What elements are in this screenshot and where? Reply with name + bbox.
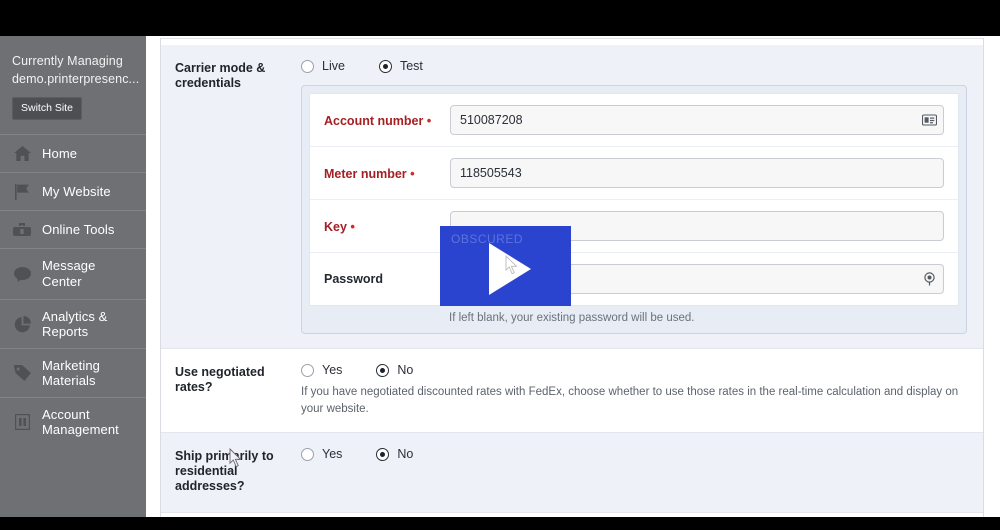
residential-label: Ship primarily to residential addresses? bbox=[175, 449, 274, 493]
radio-live-label: Live bbox=[322, 59, 345, 73]
password-hint: If left blank, your existing password wi… bbox=[449, 312, 695, 324]
carrier-mode-option-live[interactable]: Live bbox=[301, 59, 345, 73]
required-marker: • bbox=[350, 218, 355, 234]
radio-residential-no-label: No bbox=[397, 447, 414, 461]
radio-test-label: Test bbox=[399, 59, 423, 73]
credentials-frame: Account number • 510087208 Meter number … bbox=[301, 85, 967, 334]
password-label-text: Password bbox=[324, 272, 384, 286]
account-number-label: Account number • bbox=[324, 113, 450, 128]
account-number-input[interactable] bbox=[450, 105, 944, 135]
negotiated-rates-option-no[interactable]: No bbox=[376, 363, 413, 377]
required-marker: • bbox=[426, 112, 432, 128]
account-number-field-wrap bbox=[450, 105, 944, 135]
current-site-name: demo.printerpresenc... bbox=[12, 72, 140, 86]
sidebar-item-label: Marketing Materials bbox=[42, 358, 100, 388]
sidebar-item-my-website[interactable]: My Website bbox=[0, 172, 146, 210]
sidebar: Currently Managing demo.printerpresenc..… bbox=[0, 36, 146, 517]
letterbox-top bbox=[0, 0, 1000, 36]
sidebar-item-online-tools[interactable]: Online Tools bbox=[0, 210, 146, 248]
negotiated-rates-option-yes[interactable]: Yes bbox=[301, 363, 342, 377]
meter-number-label: Meter number • bbox=[324, 166, 450, 181]
meter-number-field-wrap bbox=[450, 158, 944, 188]
key-label: Key • bbox=[324, 219, 450, 234]
radio-residential-yes[interactable] bbox=[301, 447, 314, 461]
screen: Currently Managing demo.printerpresenc..… bbox=[0, 0, 1000, 530]
sidebar-item-label: My Website bbox=[42, 183, 111, 199]
field-row-password: Password bbox=[310, 253, 958, 305]
sidebar-item-analytics-reports[interactable]: Analytics & Reports bbox=[0, 299, 146, 348]
carrier-mode-label: Carrier mode & credentials bbox=[175, 61, 266, 90]
contact-card-icon[interactable] bbox=[921, 113, 938, 128]
radio-live[interactable] bbox=[301, 59, 314, 73]
radio-negotiated-no-label: No bbox=[397, 363, 414, 377]
play-triangle-icon bbox=[488, 243, 531, 295]
sidebar-item-label: Analytics & Reports bbox=[42, 309, 108, 339]
sidebar-item-label: Account Management bbox=[42, 407, 119, 437]
chat-bubble-icon bbox=[12, 265, 32, 283]
sidebar-item-account-management[interactable]: Account Management bbox=[0, 397, 146, 446]
residential-option-no[interactable]: No bbox=[376, 447, 413, 461]
sidebar-item-label: Message Center bbox=[42, 258, 96, 289]
meter-number-input[interactable] bbox=[450, 158, 944, 188]
sidebar-item-message-center[interactable]: Message Center bbox=[0, 248, 146, 299]
currently-managing-label: Currently Managing bbox=[12, 54, 123, 68]
radio-negotiated-yes[interactable] bbox=[301, 363, 314, 377]
home-icon bbox=[12, 145, 32, 163]
sidebar-item-label: Home bbox=[42, 145, 78, 161]
negotiated-rates-label: Use negotiated rates? bbox=[175, 365, 265, 394]
radio-test[interactable] bbox=[378, 59, 392, 73]
radio-negotiated-no[interactable] bbox=[376, 363, 390, 377]
password-label: Password bbox=[324, 272, 450, 286]
meter-number-label-text: Meter number bbox=[324, 166, 407, 181]
negotiated-rates-help: If you have negotiated discounted rates … bbox=[301, 386, 959, 415]
residential-radio-group: Yes No bbox=[301, 447, 967, 461]
account-number-label-text: Account number bbox=[324, 113, 424, 128]
sidebar-item-label: Online Tools bbox=[42, 221, 115, 237]
row-residential: Ship primarily to residential addresses?… bbox=[161, 433, 983, 513]
pie-chart-icon bbox=[12, 315, 32, 333]
carrier-mode-radio-group: Live Test bbox=[301, 59, 967, 73]
letterbox-bottom bbox=[0, 517, 1000, 530]
flag-icon bbox=[12, 183, 32, 201]
content-area: Carrier mode & credentials Live Test Acc… bbox=[146, 36, 1000, 517]
field-row-account-number: Account number • bbox=[310, 94, 958, 147]
field-row-meter-number: Meter number • bbox=[310, 147, 958, 200]
radio-residential-yes-label: Yes bbox=[322, 447, 343, 461]
radio-negotiated-yes-label: Yes bbox=[322, 363, 343, 377]
switch-site-button[interactable]: Switch Site bbox=[12, 97, 82, 120]
residential-option-yes[interactable]: Yes bbox=[301, 447, 342, 461]
required-marker: • bbox=[410, 165, 415, 181]
radio-residential-no[interactable] bbox=[376, 447, 390, 461]
sidebar-item-home[interactable]: Home bbox=[0, 134, 146, 172]
row-carrier-mode: Carrier mode & credentials Live Test Acc… bbox=[161, 45, 983, 349]
toolbox-icon bbox=[12, 221, 32, 239]
settings-panel: Carrier mode & credentials Live Test Acc… bbox=[160, 38, 984, 517]
field-row-key: Key • bbox=[310, 200, 958, 253]
key-label-text: Key bbox=[324, 219, 347, 234]
sidebar-item-marketing-materials[interactable]: Marketing Materials bbox=[0, 348, 146, 397]
negotiated-rates-radio-group: Yes No bbox=[301, 363, 967, 377]
carrier-mode-option-test[interactable]: Test bbox=[378, 59, 423, 73]
key-icon[interactable] bbox=[922, 272, 937, 287]
current-site-block: Currently Managing demo.printerpresenc..… bbox=[0, 36, 146, 134]
row-negotiated-rates: Use negotiated rates? Yes No If you have… bbox=[161, 349, 983, 433]
credentials-card: Account number • 510087208 Meter number … bbox=[309, 93, 959, 306]
building-icon bbox=[12, 413, 32, 431]
tag-icon bbox=[12, 364, 32, 382]
video-play-overlay[interactable]: OBSCURED bbox=[440, 226, 571, 306]
